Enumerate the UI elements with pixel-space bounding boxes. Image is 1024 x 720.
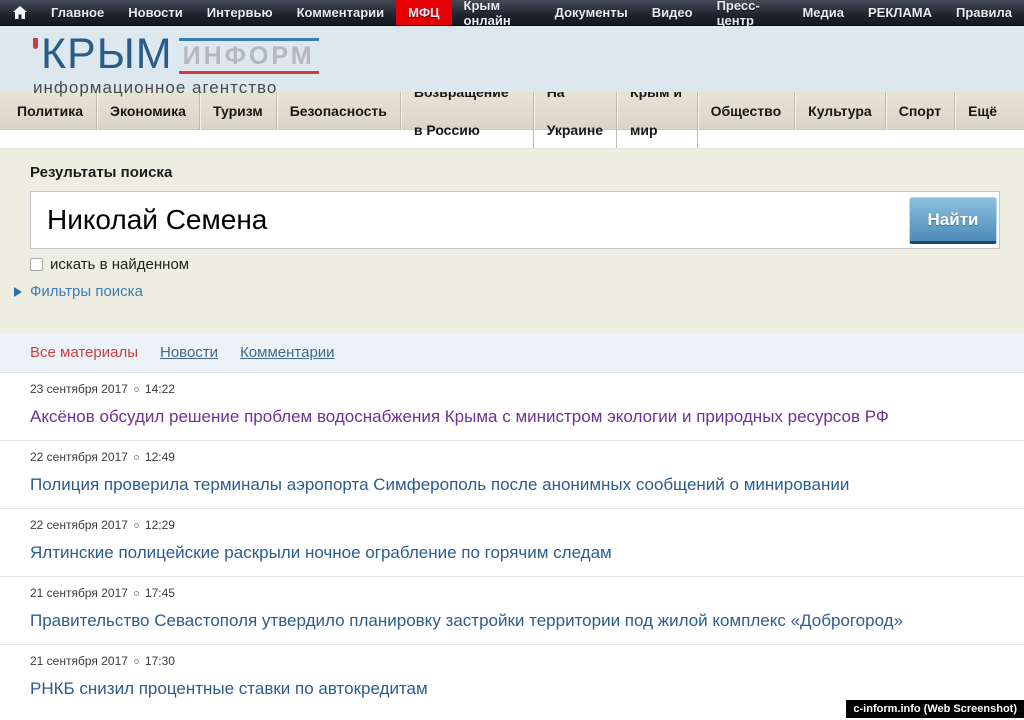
result-date: 22 сентября 2017 — [30, 518, 128, 532]
topbar-item-glavnoe[interactable]: Главное — [39, 0, 116, 25]
search-result-2: 22 сентября 2017 12:49 Полиция проверила… — [0, 440, 1024, 508]
search-panel: Результаты поиска Найти искать в найденн… — [0, 148, 1024, 333]
topbar-item-intervyu[interactable]: Интервью — [195, 0, 285, 25]
result-date-line: 22 сентября 2017 12:49 — [30, 450, 994, 464]
topbar-item-pravila[interactable]: Правила — [944, 0, 1024, 25]
tab-all-materials[interactable]: Все материалы — [30, 344, 138, 361]
search-results-list: 23 сентября 2017 14:22 Аксёнов обсудил р… — [0, 373, 1024, 712]
topbar-item-krym-online[interactable]: Крым онлайн — [452, 0, 543, 25]
search-filters-link[interactable]: Фильтры поиска — [30, 283, 143, 300]
result-title-link[interactable]: Аксёнов обсудил решение проблем водоснаб… — [30, 406, 889, 427]
result-time: 17:30 — [145, 654, 175, 668]
result-date-line: 23 сентября 2017 14:22 — [30, 382, 994, 396]
result-date-line: 21 сентября 2017 17:45 — [30, 586, 994, 600]
result-date-line: 21 сентября 2017 17:30 — [30, 654, 994, 668]
topbar-item-press-centr[interactable]: Пресс-центр — [705, 0, 791, 25]
result-title-link[interactable]: Правительство Севастополя утвердило план… — [30, 610, 903, 631]
search-in-found-row: искать в найденном — [30, 256, 1000, 273]
search-results-heading: Результаты поиска — [30, 164, 1000, 181]
date-time-separator-icon — [134, 591, 139, 596]
site-header: КРЫМ ИНФОРМ информационное агентство — [0, 26, 1024, 92]
topbar-item-dokumenty[interactable]: Документы — [543, 0, 640, 25]
catnav-item-kultura[interactable]: Культура — [795, 92, 886, 130]
catnav-item-sport[interactable]: Спорт — [886, 92, 955, 130]
page: Главное Новости Интервью Комментарии МФЦ… — [0, 0, 1024, 720]
result-date: 21 сентября 2017 — [30, 654, 128, 668]
result-title-link[interactable]: Полиция проверила терминалы аэропорта Си… — [30, 474, 849, 495]
result-title-link[interactable]: Ялтинские полицейские раскрыли ночное ог… — [30, 542, 612, 563]
result-date: 21 сентября 2017 — [30, 586, 128, 600]
logo-red-i-accent — [33, 36, 39, 49]
topbar-item-media[interactable]: Медиа — [790, 0, 856, 25]
date-time-separator-icon — [134, 387, 139, 392]
result-title-link[interactable]: РНКБ снизил процентные ставки по автокре… — [30, 678, 428, 699]
topbar-item-kommentarii[interactable]: Комментарии — [285, 0, 397, 25]
triangle-right-icon — [14, 287, 22, 297]
search-result-4: 21 сентября 2017 17:45 Правительство Сев… — [0, 576, 1024, 644]
result-date-line: 22 сентября 2017 12:29 — [30, 518, 994, 532]
result-time: 17:45 — [145, 586, 175, 600]
topbar-item-mfc[interactable]: МФЦ — [396, 0, 451, 25]
date-time-separator-icon — [134, 659, 139, 664]
search-in-found-checkbox[interactable] — [30, 258, 43, 271]
tab-comments[interactable]: Комментарии — [240, 344, 334, 361]
result-time: 12:49 — [145, 450, 175, 464]
search-box: Найти — [30, 191, 1000, 249]
result-time: 12:29 — [145, 518, 175, 532]
search-submit-button[interactable]: Найти — [909, 197, 997, 244]
search-result-3: 22 сентября 2017 12:29 Ялтинские полицей… — [0, 508, 1024, 576]
search-result-1: 23 сентября 2017 14:22 Аксёнов обсудил р… — [0, 373, 1024, 440]
search-input[interactable] — [31, 192, 891, 248]
logo-main-text: КРЫМ — [33, 33, 173, 76]
site-logo[interactable]: КРЫМ ИНФОРМ информационное агентство — [33, 33, 319, 98]
result-time: 14:22 — [145, 382, 175, 396]
date-time-separator-icon — [134, 523, 139, 528]
result-date: 23 сентября 2017 — [30, 382, 128, 396]
topbar-item-reklama[interactable]: РЕКЛАМА — [856, 0, 944, 25]
topbar-item-novosti[interactable]: Новости — [116, 0, 195, 25]
top-navigation-bar: Главное Новости Интервью Комментарии МФЦ… — [0, 0, 1024, 26]
search-in-found-label: искать в найденном — [50, 256, 189, 273]
date-time-separator-icon — [134, 455, 139, 460]
results-tabs: Все материалы Новости Комментарии — [0, 333, 1024, 373]
catnav-item-eshchyo[interactable]: Ещё — [955, 92, 1010, 130]
catnav-item-obshchestvo[interactable]: Общество — [698, 92, 796, 130]
tab-news[interactable]: Новости — [160, 344, 218, 361]
logo-tagline: информационное агентство — [33, 78, 319, 98]
logo-secondary-text: ИНФОРМ — [179, 38, 319, 74]
screenshot-watermark: c-inform.info (Web Screenshot) — [846, 700, 1024, 718]
result-date: 22 сентября 2017 — [30, 450, 128, 464]
search-filters-row: Фильтры поиска — [14, 283, 1000, 300]
topbar-item-video[interactable]: Видео — [640, 0, 705, 25]
home-icon[interactable] — [0, 0, 39, 25]
